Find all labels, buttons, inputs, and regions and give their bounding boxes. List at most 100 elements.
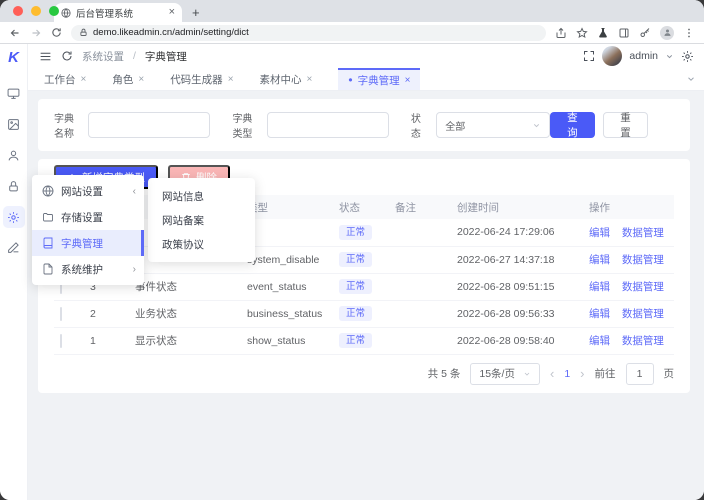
password-key-icon[interactable] [639,27,651,39]
page-size-select[interactable]: 15条/页 [470,363,540,385]
table-row: 2 业务状态 business_status 正常 2022-06-28 09:… [54,300,674,327]
tabs-dropdown-chevron-icon[interactable] [686,68,704,90]
data-manage-link[interactable]: 数据管理 [622,335,664,347]
forward-icon[interactable] [30,27,42,39]
new-tab-button[interactable]: + [192,6,200,19]
row-checkbox[interactable] [60,307,62,321]
collapse-menu-icon[interactable] [39,50,52,63]
browser-window: 后台管理系统 × + demo.likeadmin.cn/admin/setti… [0,0,704,500]
next-page-icon[interactable]: › [580,366,584,381]
row-checkbox[interactable] [60,334,62,348]
breadcrumb-root[interactable]: 系统设置 [82,49,124,64]
data-manage-link[interactable]: 数据管理 [622,227,664,239]
cell-remark [389,300,451,327]
material-image-icon[interactable] [3,109,25,140]
tab-close-icon[interactable]: × [138,74,144,85]
edit-link[interactable]: 编辑 [589,308,610,320]
header-remark: 备注 [389,195,451,219]
back-icon[interactable] [9,27,21,39]
extension-sidebar-icon[interactable] [618,27,630,39]
menu-item-dict-management[interactable]: 字典管理 [32,230,144,256]
workbench-icon[interactable] [3,78,25,109]
tab-dict-management[interactable]: • 字典管理 × [338,68,420,90]
submenu-item-website-info[interactable]: 网站信息 [148,184,255,208]
layout-settings-gear-icon[interactable] [681,50,694,63]
tab-label: 角色 [112,72,133,87]
submenu-item-policy-agreement[interactable]: 政策协议 [148,232,255,256]
menu-item-label: 存储设置 [61,210,103,225]
tab-role[interactable]: 角色 × [112,68,144,90]
dev-pen-icon[interactable] [3,232,25,263]
extension-flask-icon[interactable] [597,27,609,39]
tab-label: 字典管理 [358,73,400,88]
cell-type: show_status [241,327,333,354]
prev-page-icon[interactable]: ‹ [550,366,554,381]
favicon-globe-icon [61,8,71,18]
reset-button[interactable]: 重置 [603,112,648,138]
status-badge: 正常 [339,306,372,321]
submenu-item-website-icp[interactable]: 网站备案 [148,208,255,232]
status-badge: 正常 [339,252,372,267]
reload-icon[interactable] [51,27,62,38]
cell-name: 事件状态 [129,273,241,300]
dict-table: 类型 状态 备注 创建时间 操作 [54,195,674,355]
settings-gear-icon[interactable] [3,206,25,228]
username-label[interactable]: admin [629,50,658,62]
goto-page-input[interactable] [626,363,654,385]
table-row: system_disable 正常 2022-06-27 14:37:18 编辑… [54,246,674,273]
user-icon[interactable] [3,140,25,171]
cell-remark [389,327,451,354]
edit-link[interactable]: 编辑 [589,254,610,266]
tab-close-icon[interactable]: × [228,74,234,85]
status-label: 状态 [411,110,429,140]
cell-created: 2022-06-28 09:58:40 [451,327,583,354]
app-logo[interactable]: K [8,49,19,66]
tab-workbench[interactable]: 工作台 × [44,68,86,90]
close-window-button[interactable] [13,6,23,16]
share-icon[interactable] [555,27,567,39]
data-manage-link[interactable]: 数据管理 [622,281,664,293]
cell-remark [389,219,451,246]
menu-item-storage-settings[interactable]: 存储设置 [32,204,144,230]
browser-tab[interactable]: 后台管理系统 × [54,3,182,22]
breadcrumb-separator: / [133,50,136,62]
browser-tab-title: 后台管理系统 [76,6,164,20]
browser-menu-icon[interactable] [683,27,695,39]
menu-item-website-settings[interactable]: 网站设置 ‹ [32,178,144,204]
zoom-window-button[interactable] [49,6,59,16]
tab-close-icon[interactable]: × [169,7,175,18]
address-bar[interactable]: demo.likeadmin.cn/admin/setting/dict [71,25,546,41]
topbar-right: admin [583,46,694,66]
user-chevron-down-icon[interactable] [665,52,674,61]
sidebar-rail: K [0,44,28,500]
edit-link[interactable]: 编辑 [589,227,610,239]
select-chevron-down-icon [523,370,531,378]
tab-close-icon[interactable]: × [307,74,313,85]
current-page[interactable]: 1 [564,368,570,380]
user-avatar[interactable] [602,46,622,66]
data-manage-link[interactable]: 数据管理 [622,308,664,320]
bookmark-star-icon[interactable] [576,27,588,39]
data-manage-link[interactable]: 数据管理 [622,254,664,266]
tab-close-icon[interactable]: × [405,75,411,86]
tab-close-icon[interactable]: × [81,74,87,85]
refresh-page-icon[interactable] [61,50,73,62]
tab-material-center[interactable]: 素材中心 × [260,68,313,90]
browser-profile-avatar[interactable] [660,26,674,40]
document-icon [42,263,54,275]
filter-card: 字典名称 字典类型 状态 全部 [38,99,690,151]
dict-name-input[interactable] [88,112,210,138]
status-select[interactable]: 全部 [436,112,550,138]
table-header-row: 类型 状态 备注 创建时间 操作 [54,195,674,219]
dict-type-input[interactable] [267,112,389,138]
search-button[interactable]: 查询 [550,112,595,138]
menu-item-system-maintenance[interactable]: 系统维护 › [32,256,144,282]
edit-link[interactable]: 编辑 [589,335,610,347]
edit-link[interactable]: 编辑 [589,281,610,293]
browser-tabstrip: 后台管理系统 × + [0,0,704,22]
url-text: demo.likeadmin.cn/admin/setting/dict [93,27,249,38]
tab-code-generator[interactable]: 代码生成器 × [170,68,233,90]
fullscreen-icon[interactable] [583,50,595,62]
minimize-window-button[interactable] [31,6,41,16]
permission-lock-icon[interactable] [3,171,25,202]
